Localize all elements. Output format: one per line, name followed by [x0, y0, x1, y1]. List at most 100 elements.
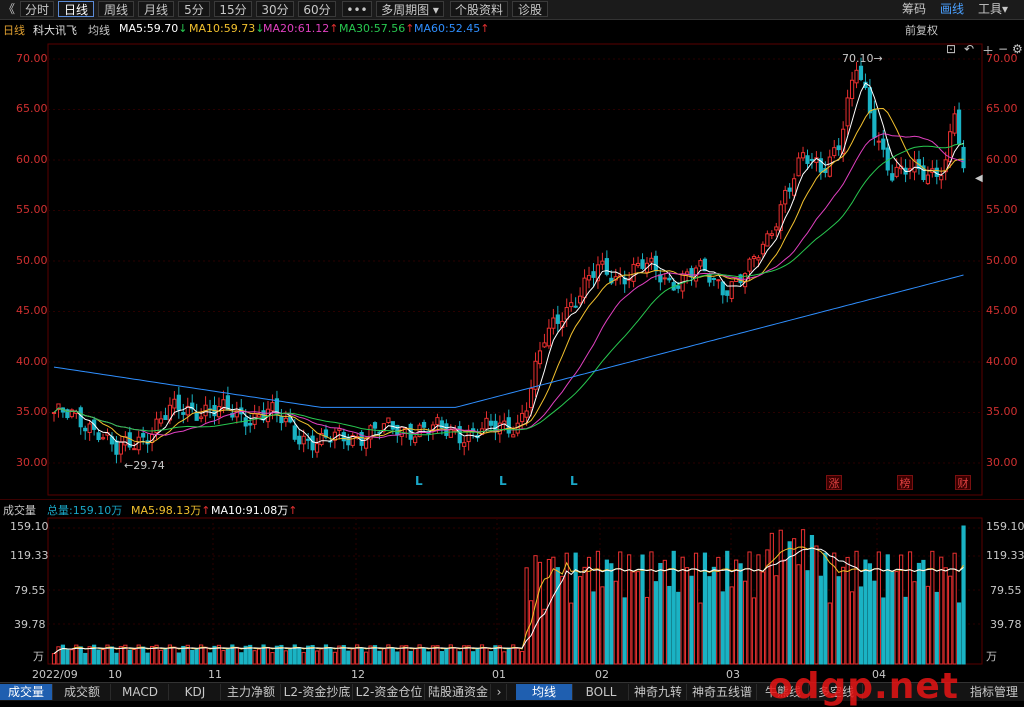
volume-bar [497, 645, 502, 665]
candle-body [640, 259, 645, 269]
volume-bar [225, 648, 230, 665]
volume-bar [720, 591, 725, 665]
volume-bar [631, 571, 636, 665]
volume-bar [555, 567, 560, 665]
candle-body [506, 417, 511, 434]
volume-tick: 79.55 [990, 584, 1022, 597]
volume-bar [907, 551, 913, 665]
volume-bar [823, 552, 828, 665]
candle-body [283, 417, 288, 423]
tab-kdj[interactable]: KDJ [170, 684, 221, 700]
tab-volume[interactable]: 成交量 [0, 684, 53, 700]
volume-bar [319, 648, 324, 665]
candle-body [569, 302, 574, 308]
volume-tick: 39.78 [14, 618, 46, 631]
high-price-value: 70.10 [842, 52, 874, 65]
candle-body [635, 262, 641, 267]
volume-bar [145, 652, 150, 665]
volume-bar [149, 646, 155, 665]
ranking-tag[interactable]: 榜 [897, 475, 913, 490]
volume-bar [667, 585, 672, 665]
volume-bar [662, 559, 667, 665]
candle-body [310, 435, 315, 451]
volume-bar [569, 602, 574, 665]
volume-bar [818, 575, 823, 665]
candle-body [395, 424, 400, 436]
kline-chart[interactable] [0, 0, 1024, 700]
candle-body [176, 394, 181, 411]
volume-bar [60, 644, 66, 665]
l-signal-mark[interactable]: L [499, 474, 507, 488]
volume-bar [578, 576, 583, 665]
candle-body [435, 417, 440, 425]
l-signal-mark[interactable]: L [415, 474, 423, 488]
volume-bar [265, 646, 271, 665]
candle-body [756, 257, 761, 261]
date-tick: 02 [595, 668, 609, 681]
l-signal-mark[interactable]: L [570, 474, 578, 488]
candle-body [181, 412, 186, 415]
candle-body [243, 417, 248, 427]
candle-body [555, 314, 560, 324]
volume-bar [520, 650, 525, 665]
candle-body [698, 260, 703, 267]
candle-body [292, 425, 297, 440]
volume-bar [502, 651, 507, 665]
date-tick: 10 [108, 668, 122, 681]
financial-tag[interactable]: 财 [955, 475, 971, 490]
volume-title: 成交量 [3, 504, 36, 517]
candle-body [199, 416, 204, 419]
candle-body [172, 398, 177, 409]
volume-bar [756, 554, 761, 665]
candle-body [939, 175, 944, 181]
tab-l2-bottom[interactable]: L2-资金抄底 [282, 684, 353, 700]
candle-body [158, 418, 164, 424]
tab-magic-five[interactable]: 神奇五线谱 [688, 684, 757, 700]
volume-bar [609, 563, 614, 665]
volume-bar [234, 646, 239, 665]
candle-body [890, 173, 895, 181]
candle-body [448, 428, 453, 438]
candle-body [582, 277, 587, 299]
volume-bar [783, 559, 788, 665]
tab-macd[interactable]: MACD [112, 684, 169, 700]
candle-body [604, 258, 609, 275]
volume-bar [774, 575, 779, 665]
volume-bar [916, 562, 922, 665]
candle-body [248, 422, 253, 426]
volume-bar [734, 559, 739, 665]
tab-turnover[interactable]: 成交额 [54, 684, 111, 700]
volume-bar [390, 647, 395, 665]
volume-bar [444, 647, 449, 665]
current-price-pointer-icon: ◀ [975, 173, 983, 184]
volume-bar [413, 647, 418, 665]
volume-total: 总量:159.10万 [47, 504, 123, 517]
volume-bar [207, 652, 213, 665]
tab-boll[interactable]: BOLL [574, 684, 629, 700]
candle-body [649, 257, 654, 263]
candle-body [520, 412, 525, 423]
tab-main-net[interactable]: 主力净额 [222, 684, 281, 700]
volume-bar [306, 645, 311, 665]
limit-up-tag[interactable]: 涨 [826, 475, 842, 490]
candle-body [306, 438, 311, 441]
volume-bar [649, 551, 654, 665]
tab-magic-nine[interactable]: 神奇九转 [630, 684, 687, 700]
candle-body [783, 189, 788, 205]
volume-tick: 119.33 [986, 549, 1024, 562]
moving-average-lines [53, 82, 964, 447]
tab-l2-position[interactable]: L2-资金仓位 [354, 684, 425, 700]
candle-body [528, 387, 534, 408]
candle-body [256, 414, 262, 418]
price-pane-border [47, 43, 983, 496]
chevron-right-icon[interactable]: › [492, 684, 507, 700]
tab-ma[interactable]: 均线 [516, 684, 573, 700]
tab-northbound[interactable]: 陆股通资金 [426, 684, 491, 700]
volume-ma5-text: MA5:98.13万 [131, 504, 202, 517]
candle-body [952, 113, 957, 134]
tab-indicator-manage[interactable]: 指标管理 [964, 684, 1024, 700]
volume-bar [738, 563, 743, 665]
volume-bar [194, 648, 199, 665]
candle-body [720, 281, 725, 296]
volume-bar [613, 580, 618, 665]
